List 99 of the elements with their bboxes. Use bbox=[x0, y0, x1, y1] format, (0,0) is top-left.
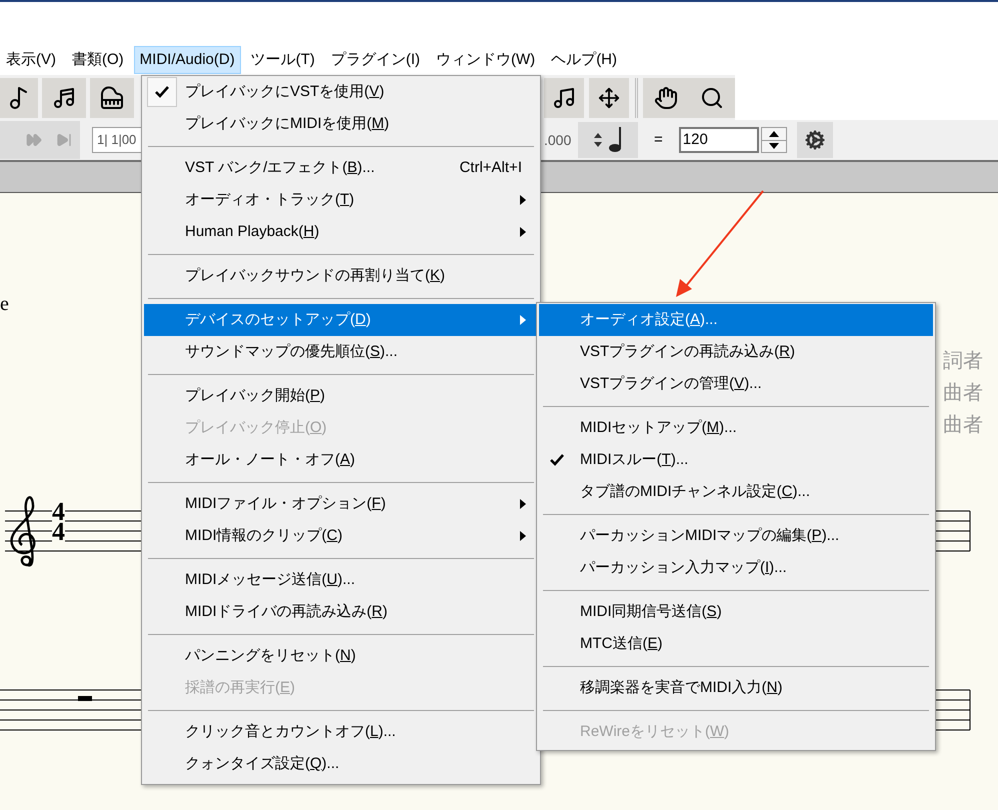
menu-item[interactable]: MIDIドライバの再読み込み(R) bbox=[144, 596, 538, 628]
time-signature-top: 4 bbox=[52, 502, 65, 522]
menu-item[interactable]: パンニングをリセット(N) bbox=[144, 640, 538, 672]
piano-pencil-button[interactable] bbox=[90, 78, 134, 118]
settings-button[interactable] bbox=[796, 122, 833, 158]
equals-sign: = bbox=[653, 130, 664, 150]
piano-icon bbox=[100, 86, 124, 110]
note-tool-button[interactable] bbox=[0, 78, 38, 118]
menu-item[interactable]: サウンドマップの優先順位(S)... bbox=[144, 336, 538, 368]
menu-item-label: プレイバックにVSTを使用(V) bbox=[184, 82, 386, 102]
menu-item-label: パーカッション入力マップ(I)... bbox=[579, 558, 788, 578]
note-resize-button[interactable] bbox=[544, 78, 584, 118]
menu-item[interactable]: パーカッションMIDIマップの編集(P)... bbox=[539, 520, 933, 552]
move-icon bbox=[598, 86, 620, 108]
down-icon bbox=[768, 143, 779, 150]
menu-item-label: プレイバック開始(P) bbox=[184, 386, 326, 406]
menu-item-label: MIDIスルー(T)... bbox=[579, 450, 690, 470]
menu-item-label: クリック音とカウントオフ(L)... bbox=[184, 722, 397, 742]
menu-item-label: VST バンク/エフェクト(B)... bbox=[184, 158, 376, 178]
menu-item[interactable]: プレイバックサウンドの再割り当て(K) bbox=[144, 260, 538, 292]
up-down-icon bbox=[594, 132, 602, 148]
menu-item-label: パーカッションMIDIマップの編集(P)... bbox=[579, 526, 840, 546]
credit-text: 曲者 bbox=[943, 381, 983, 406]
menu-bar-item[interactable]: 書類(O) bbox=[66, 46, 130, 74]
menu-item-label: オール・ノート・オフ(A) bbox=[184, 450, 356, 470]
rest-icon bbox=[78, 696, 92, 701]
credit-text: 詞者 bbox=[943, 349, 983, 374]
menu-item[interactable]: オール・ノート・オフ(A) bbox=[144, 444, 538, 476]
menu-item[interactable]: MIDIファイル・オプション(F) bbox=[144, 488, 538, 520]
menu-bar-item[interactable]: プラグイン(I) bbox=[324, 46, 426, 74]
settings-icon bbox=[804, 130, 825, 150]
hand-tool-button[interactable] bbox=[643, 78, 689, 118]
score-title: e bbox=[0, 292, 9, 317]
menu-item[interactable]: オーディオ・トラック(T) bbox=[144, 184, 538, 216]
half-note-icon bbox=[608, 127, 622, 153]
menu-item-label: MIDIセットアップ(M)... bbox=[579, 418, 738, 438]
menu-item[interactable]: オーディオ設定(A)... bbox=[539, 304, 933, 336]
menu-item-label: デバイスのセットアップ(D) bbox=[184, 310, 372, 330]
note-value-button[interactable] bbox=[578, 122, 638, 158]
menu-bar-item[interactable]: 表示(V) bbox=[0, 46, 62, 74]
menu-item-label: プレイバックサウンドの再割り当て(K) bbox=[184, 266, 446, 286]
menu-item-label: Human Playback(H) bbox=[184, 222, 320, 242]
menu-bar-item[interactable]: ウィンドウ(W) bbox=[430, 46, 542, 74]
menu-item-label: クォンタイズ設定(Q)... bbox=[184, 754, 340, 774]
menu-item-label: 移調楽器を実音でMIDI入力(N) bbox=[579, 678, 784, 698]
note-entry-button[interactable] bbox=[42, 78, 86, 118]
notes-icon bbox=[52, 86, 76, 110]
menu-bar-item[interactable]: ヘルプ(H) bbox=[545, 46, 624, 74]
tempo-field[interactable]: 120 bbox=[678, 127, 759, 153]
menu-item[interactable]: MIDI情報のクリップ(C) bbox=[144, 520, 538, 552]
menu-item[interactable]: Human Playback(H) bbox=[144, 216, 538, 248]
skip-end-icon bbox=[56, 132, 72, 148]
zoom-tool-button[interactable] bbox=[689, 78, 735, 118]
menu-item[interactable]: MIDI同期信号送信(S) bbox=[539, 596, 933, 628]
menu-item-label: MIDI同期信号送信(S) bbox=[579, 602, 723, 622]
menu-item-label: MTC送信(E) bbox=[579, 634, 664, 654]
menu-item-label: プレイバック停止(O) bbox=[184, 418, 328, 438]
up-icon bbox=[768, 130, 779, 137]
menu-item[interactable]: デバイスのセットアップ(D) bbox=[144, 304, 538, 336]
menu-item[interactable]: MIDIメッセージ送信(U)... bbox=[144, 564, 538, 596]
menu-bar-item[interactable]: MIDI/Audio(D) bbox=[134, 46, 241, 74]
shortcut-label: Ctrl+Alt+I bbox=[459, 158, 523, 178]
menu-item[interactable]: VSTプラグインの管理(V)... bbox=[539, 368, 933, 400]
menu-item[interactable]: 移調楽器を実音でMIDI入力(N) bbox=[539, 672, 933, 704]
treble-clef-icon bbox=[10, 496, 36, 567]
menu-item-label: MIDIメッセージ送信(U)... bbox=[184, 570, 356, 590]
menu-item-label: VSTプラグインの管理(V)... bbox=[579, 374, 763, 394]
menu-item[interactable]: MTC送信(E) bbox=[539, 628, 933, 660]
tempo-spinner[interactable] bbox=[760, 127, 787, 153]
fast-forward-icon bbox=[26, 132, 42, 148]
menu-item-label: MIDIファイル・オプション(F) bbox=[184, 494, 387, 514]
menu-item[interactable]: パーカッション入力マップ(I)... bbox=[539, 552, 933, 584]
menu-bar-item[interactable]: ツール(T) bbox=[244, 46, 321, 74]
menu-item-label: プレイバックにMIDIを使用(M) bbox=[184, 114, 390, 134]
menu-item-label: サウンドマップの優先順位(S)... bbox=[184, 342, 399, 362]
menu-item[interactable]: MIDIセットアップ(M)... bbox=[539, 412, 933, 444]
menu-item-label: パンニングをリセット(N) bbox=[184, 646, 357, 666]
menu-item[interactable]: MIDIスルー(T)... bbox=[539, 444, 933, 476]
menu-item-label: VSTプラグインの再読み込み(R) bbox=[579, 342, 796, 362]
menu-item[interactable]: VSTプラグインの再読み込み(R) bbox=[539, 336, 933, 368]
menu-item[interactable]: タブ譜のMIDIチャンネル設定(C)... bbox=[539, 476, 933, 508]
menu-item[interactable]: プレイバック開始(P) bbox=[144, 380, 538, 412]
beat-value: .000 bbox=[544, 130, 572, 150]
menu-item-label: ReWireをリセット(W) bbox=[579, 722, 730, 742]
menu-item-label: MIDI情報のクリップ(C) bbox=[184, 526, 344, 546]
notes-icon bbox=[552, 86, 576, 110]
menu-item-label: オーディオ設定(A)... bbox=[579, 310, 719, 330]
search-icon bbox=[700, 86, 724, 110]
menu-item[interactable]: クリック音とカウントオフ(L)... bbox=[144, 716, 538, 748]
credit-text: 曲者 bbox=[943, 413, 983, 438]
menu-item-label: タブ譜のMIDIチャンネル設定(C)... bbox=[579, 482, 812, 502]
page-move-button[interactable] bbox=[589, 78, 629, 118]
time-signature-bottom: 4 bbox=[52, 522, 65, 542]
menu-item-label: MIDIドライバの再読み込み(R) bbox=[184, 602, 389, 622]
hand-icon bbox=[654, 86, 678, 110]
menu-item-label: 採譜の再実行(E) bbox=[184, 678, 296, 698]
menu-item[interactable]: クォンタイズ設定(Q)... bbox=[144, 748, 538, 780]
menu-item[interactable]: VST バンク/エフェクト(B)... Ctrl+Alt+I bbox=[144, 152, 538, 184]
menu-item-label: オーディオ・トラック(T) bbox=[184, 190, 356, 210]
